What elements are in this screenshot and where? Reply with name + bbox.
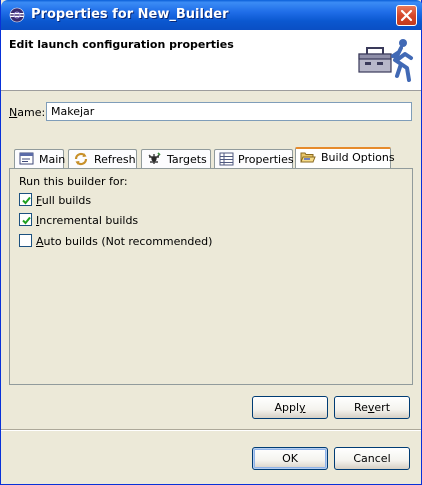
button-separator <box>1 429 421 431</box>
builder-launch-icon <box>357 34 415 86</box>
properties-icon <box>219 152 235 166</box>
checkmark-icon <box>22 216 31 225</box>
cancel-button[interactable]: Cancel <box>334 447 410 470</box>
full-builds-checkbox[interactable] <box>19 193 32 206</box>
tab-main[interactable]: Main <box>14 149 65 168</box>
revert-button[interactable]: Revert <box>334 396 410 419</box>
targets-icon <box>146 152 162 166</box>
ok-button[interactable]: OK <box>252 447 328 470</box>
incremental-builds-label[interactable]: Incremental builds <box>36 214 138 227</box>
auto-builds-checkbox[interactable] <box>19 234 32 247</box>
tab-refresh[interactable]: Refresh <box>68 149 137 168</box>
tab-targets[interactable]: Targets <box>141 149 211 168</box>
incremental-builds-checkbox[interactable] <box>19 213 32 226</box>
title-bar[interactable]: Properties for New_Builder <box>1 0 422 30</box>
main-tab-icon <box>19 152 35 166</box>
auto-builds-label[interactable]: Auto builds (Not recommended) <box>36 235 212 248</box>
run-builder-heading: Run this builder for: <box>19 175 128 188</box>
refresh-icon <box>73 152 89 166</box>
name-input[interactable] <box>46 102 412 121</box>
eclipse-app-icon <box>9 7 25 23</box>
name-label: Name: <box>9 106 46 119</box>
close-button[interactable] <box>396 5 417 26</box>
checkmark-icon <box>22 196 31 205</box>
folder-open-icon <box>300 150 316 164</box>
tab-build-options[interactable]: Build Options <box>295 147 395 168</box>
window-title: Properties for New_Builder <box>31 7 229 22</box>
close-icon <box>400 9 413 22</box>
full-builds-label[interactable]: Full builds <box>36 194 91 207</box>
properties-dialog: Properties for New_Builder Edit launch c… <box>0 0 422 485</box>
tab-properties[interactable]: Properties <box>214 149 294 168</box>
header-title: Edit launch configuration properties <box>9 38 234 51</box>
apply-button[interactable]: Apply <box>252 396 328 419</box>
dialog-header: Edit launch configuration properties <box>1 30 421 91</box>
